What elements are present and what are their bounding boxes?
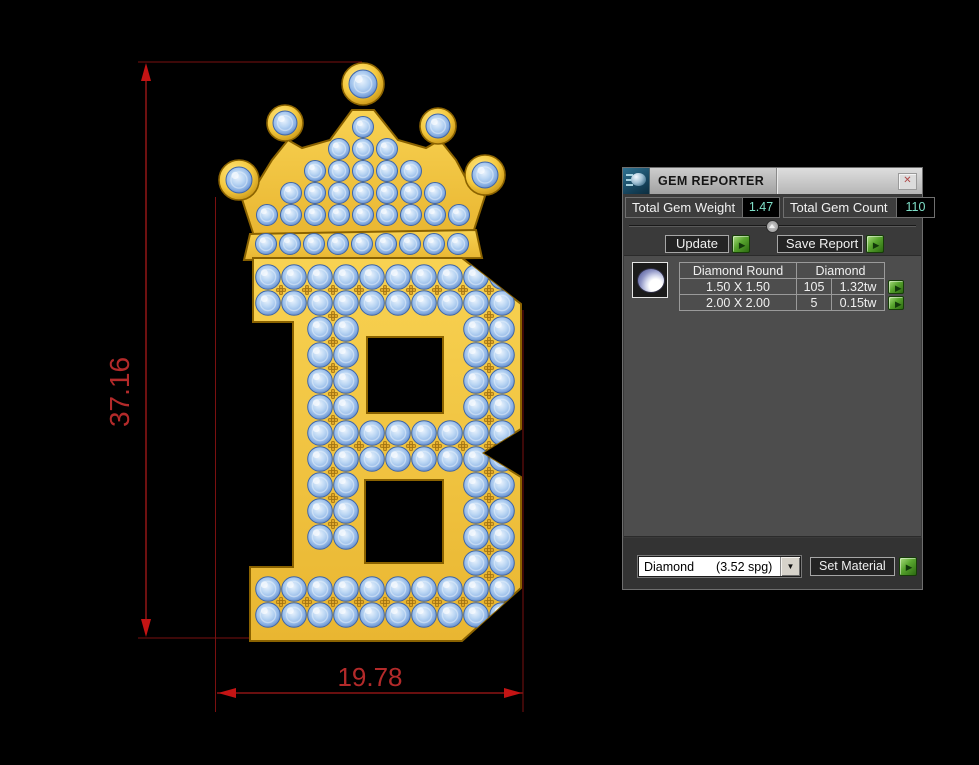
total-gem-count: Total Gem Count 110 [783, 197, 935, 218]
width-dimension-label: 19.78 [337, 662, 402, 692]
play-icon: ▶ [895, 282, 902, 293]
gem-weight: 1.32tw [831, 278, 885, 295]
letter-b-render [249, 257, 522, 642]
panel-splitter [623, 219, 922, 233]
app-viewport: { "panel": { "title": "GEM REPORTER", "s… [0, 0, 979, 765]
gem-size: 2.00 X 2.00 [679, 294, 797, 311]
pendant-render: 37.16 19.78 [104, 61, 524, 712]
titlebar-right: ✕ [777, 168, 922, 194]
play-icon: ▶ [738, 240, 746, 250]
save-report-run-button[interactable]: ▶ [865, 235, 884, 253]
gem-preview-thumbnail [632, 262, 668, 298]
total-gem-count-value: 110 [896, 198, 934, 217]
play-icon: ▶ [872, 240, 880, 250]
row-select-button[interactable]: ▶ [888, 279, 904, 294]
window-titlebar[interactable]: GEM REPORTER ✕ [623, 168, 922, 194]
total-gem-count-label: Total Gem Count [790, 200, 888, 215]
crown-render [218, 62, 506, 262]
window-title: GEM REPORTER [650, 168, 777, 194]
gem-table-header: Diamond Round Diamond [679, 262, 905, 279]
gem-reporter-window: GEM REPORTER ✕ Total Gem Weight 1.47 Tot… [622, 167, 935, 590]
height-dimension-label: 37.16 [104, 357, 135, 427]
table-row: 1.50 X 1.50 105 1.32tw ▶ [679, 278, 905, 295]
action-buttons-row: Update ▶ Save Report ▶ [623, 233, 922, 255]
play-icon: ▶ [905, 562, 913, 572]
set-material-button[interactable]: Set Material [810, 557, 895, 576]
chevron-up-icon [769, 224, 775, 228]
update-run-button[interactable]: ▶ [731, 235, 750, 253]
save-report-button[interactable]: Save Report [776, 235, 863, 253]
set-material-run-button[interactable]: ▶ [898, 557, 917, 576]
gem-count: 105 [796, 278, 832, 295]
update-button[interactable]: Update [665, 235, 729, 253]
gem-stats-row: Total Gem Weight 1.47 Total Gem Count 11… [623, 194, 935, 218]
material-name: Diamond [644, 559, 695, 574]
play-icon: ▶ [895, 298, 902, 309]
table-row: 2.00 X 2.00 5 0.15tw ▶ [679, 294, 905, 311]
splitter-grip[interactable] [765, 220, 779, 233]
row-select-button[interactable]: ▶ [888, 295, 904, 310]
gem-reporter-icon [623, 168, 650, 194]
gem-weight: 0.15tw [831, 294, 885, 311]
gem-size: 1.50 X 1.50 [679, 278, 797, 295]
gem-table: Diamond Round Diamond 1.50 X 1.50 105 1.… [679, 262, 905, 311]
close-icon[interactable]: ✕ [898, 172, 917, 190]
material-spg: (3.52 spg) [716, 559, 773, 574]
col-header-material: Diamond [796, 262, 885, 279]
total-gem-weight-label: Total Gem Weight [632, 200, 736, 215]
chevron-down-icon: ▼ [786, 562, 795, 571]
gem-stone-icon [637, 268, 665, 293]
gem-count: 5 [796, 294, 832, 311]
total-gem-weight: Total Gem Weight 1.47 [625, 197, 780, 218]
gem-list-area: Diamond Round Diamond 1.50 X 1.50 105 1.… [624, 255, 921, 537]
col-header-cut: Diamond Round [679, 262, 797, 279]
material-bar: Diamond (3.52 spg) ▼ Set Material ▶ [623, 538, 922, 589]
total-gem-weight-value: 1.47 [742, 198, 779, 217]
material-dropdown[interactable]: Diamond (3.52 spg) ▼ [638, 556, 801, 577]
dropdown-button[interactable]: ▼ [780, 557, 800, 576]
